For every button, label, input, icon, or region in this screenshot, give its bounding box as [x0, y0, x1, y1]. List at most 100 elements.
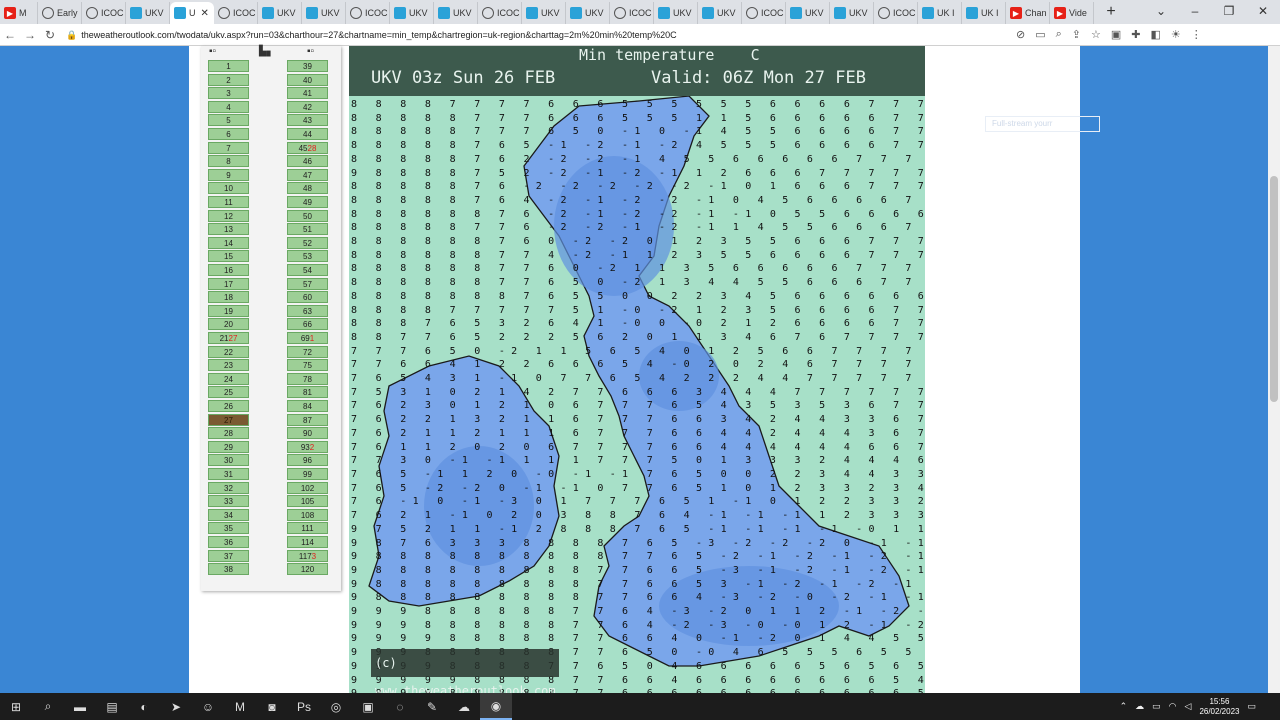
chart-hour-button[interactable]: 26: [208, 400, 249, 412]
chart-hour-button[interactable]: 12: [208, 209, 249, 222]
forward-button[interactable]: →: [20, 28, 40, 42]
chart-hour-button[interactable]: 15: [208, 250, 249, 263]
chart-hour-button[interactable]: 13: [208, 223, 249, 236]
chart-hour-button[interactable]: 54: [287, 264, 328, 276]
browser-tab[interactable]: ▶ Chan: [1006, 2, 1050, 24]
weather-app-icon[interactable]: ☁: [448, 693, 480, 720]
discord-icon[interactable]: ☺: [192, 693, 224, 720]
chart-hour-button[interactable]: 2127: [208, 332, 249, 344]
minimize-button[interactable]: –: [1178, 0, 1212, 24]
chart-hour-button[interactable]: 38: [208, 563, 249, 576]
chart-hour-button[interactable]: 39: [287, 60, 328, 72]
chart-hour-button[interactable]: 105: [287, 495, 328, 508]
chart-hour-button[interactable]: 50: [287, 209, 328, 222]
volume-icon[interactable]: ◁: [1185, 701, 1192, 712]
chart-hour-button[interactable]: 36: [208, 536, 249, 548]
chart-hour-button[interactable]: 66: [287, 318, 328, 331]
chart-hour-button[interactable]: 51: [287, 223, 328, 236]
obs-icon[interactable]: ◌: [384, 693, 416, 720]
browser-tab[interactable]: UKV: [522, 2, 566, 24]
browser-tab[interactable]: UK I: [962, 2, 1006, 24]
zoom-icon[interactable]: ⌕: [1056, 28, 1062, 41]
notification-icon[interactable]: ▭: [1247, 701, 1256, 712]
browser-tab[interactable]: UKV: [698, 2, 742, 24]
chart-hour-button[interactable]: 114: [287, 536, 328, 548]
menu-kebab-icon[interactable]: ⋮: [1191, 28, 1202, 41]
browser-tab[interactable]: UKV: [434, 2, 478, 24]
telegram-icon[interactable]: ➤: [160, 693, 192, 720]
chart-hour-button[interactable]: 72: [287, 345, 328, 358]
chart-hour-button[interactable]: 1173: [287, 549, 328, 562]
chart-hour-button[interactable]: 22: [208, 345, 249, 358]
chart-hour-button[interactable]: 6: [208, 128, 249, 140]
first-hour-icon[interactable]: ▪▫: [209, 46, 216, 58]
circle-app-icon[interactable]: ◎: [320, 693, 352, 720]
chart-hour-button[interactable]: 27: [208, 413, 249, 426]
extension-icon[interactable]: ▣: [1111, 28, 1121, 41]
chevron-down-icon[interactable]: ⌄: [1144, 0, 1178, 24]
clock[interactable]: 15:56 26/02/2023: [1199, 697, 1239, 717]
chart-hour-button[interactable]: 10: [208, 182, 249, 195]
chart-hour-button[interactable]: 18: [208, 291, 249, 304]
browser-tab[interactable]: ICOC: [742, 2, 786, 24]
screencast-icon[interactable]: ▭: [1035, 28, 1045, 41]
chart-hour-button[interactable]: 9: [208, 168, 249, 181]
address-bar[interactable]: 🔒 theweatheroutlook.com/twodata/ukv.aspx…: [66, 26, 1006, 44]
chart-hour-button[interactable]: 108: [287, 508, 328, 521]
chart-hour-button[interactable]: 30: [208, 454, 249, 467]
puzzle-icon[interactable]: ✚: [1131, 28, 1140, 41]
browser-tab[interactable]: Early: [38, 2, 82, 24]
chart-hour-button[interactable]: 16: [208, 264, 249, 276]
chart-hour-button[interactable]: 46: [287, 155, 328, 168]
chart-hour-button[interactable]: 52: [287, 236, 328, 249]
chart-hour-button[interactable]: 96: [287, 454, 328, 467]
browser-tab[interactable]: ICOC: [82, 2, 126, 24]
profile-avatar[interactable]: ☀: [1171, 28, 1181, 41]
restore-button[interactable]: ❐: [1212, 0, 1246, 24]
chart-hour-button[interactable]: 19: [208, 304, 249, 317]
bookmark-star-icon[interactable]: ☆: [1091, 28, 1101, 41]
chart-hour-button[interactable]: 5: [208, 114, 249, 127]
close-window-button[interactable]: ✕: [1246, 0, 1280, 24]
chart-hour-button[interactable]: 49: [287, 196, 328, 208]
chart-hour-button[interactable]: 11: [208, 196, 249, 208]
network-icon[interactable]: ▭: [1152, 701, 1161, 712]
browser-tab[interactable]: UKV: [786, 2, 830, 24]
chart-hour-button[interactable]: 43: [287, 114, 328, 127]
chart-hour-button[interactable]: 8: [208, 155, 249, 168]
chart-hour-button[interactable]: 48: [287, 182, 328, 195]
chart-hour-button[interactable]: 60: [287, 291, 328, 304]
chart-hour-button[interactable]: 63: [287, 304, 328, 317]
browser-tab[interactable]: UKV: [126, 2, 170, 24]
browser-tab[interactable]: UKV: [654, 2, 698, 24]
chart-hour-button[interactable]: 87: [287, 413, 328, 426]
chart-hour-button[interactable]: 23: [208, 359, 249, 372]
file-explorer-icon[interactable]: ▬: [64, 693, 96, 720]
camera-app-icon[interactable]: ◙: [256, 693, 288, 720]
chart-hour-button[interactable]: 4: [208, 100, 249, 113]
chart-hour-button[interactable]: 32: [208, 481, 249, 494]
chart-hour-button[interactable]: 14: [208, 236, 249, 249]
browser-tab[interactable]: UKV: [390, 2, 434, 24]
chart-hour-button[interactable]: 41: [287, 87, 328, 100]
green-app-icon[interactable]: ▣: [352, 693, 384, 720]
chart-hour-button[interactable]: 78: [287, 372, 328, 385]
back-button[interactable]: ←: [0, 28, 20, 42]
paint-icon[interactable]: ✎: [416, 693, 448, 720]
browser-tab[interactable]: ICOC: [346, 2, 390, 24]
blocked-icon[interactable]: ⊘: [1016, 28, 1025, 41]
chart-hour-button[interactable]: 35: [208, 522, 249, 535]
close-tab-icon[interactable]: ✕: [201, 8, 209, 19]
sidepanel-icon[interactable]: ◧: [1151, 28, 1161, 41]
chart-hour-button[interactable]: 84: [287, 400, 328, 412]
wifi-icon[interactable]: ◠: [1169, 701, 1177, 712]
chart-hour-button[interactable]: 20: [208, 318, 249, 331]
faint-search-box[interactable]: Full-stream yourr: [985, 116, 1100, 132]
chart-hour-button[interactable]: 120: [287, 563, 328, 576]
chart-hour-button[interactable]: 932: [287, 440, 328, 453]
chart-hour-button[interactable]: 40: [287, 73, 328, 86]
chart-hour-button[interactable]: 102: [287, 481, 328, 494]
chevron-up-icon[interactable]: ⌃: [1120, 701, 1128, 712]
chart-hour-button[interactable]: 47: [287, 168, 328, 181]
reload-button[interactable]: ↻: [40, 28, 60, 42]
